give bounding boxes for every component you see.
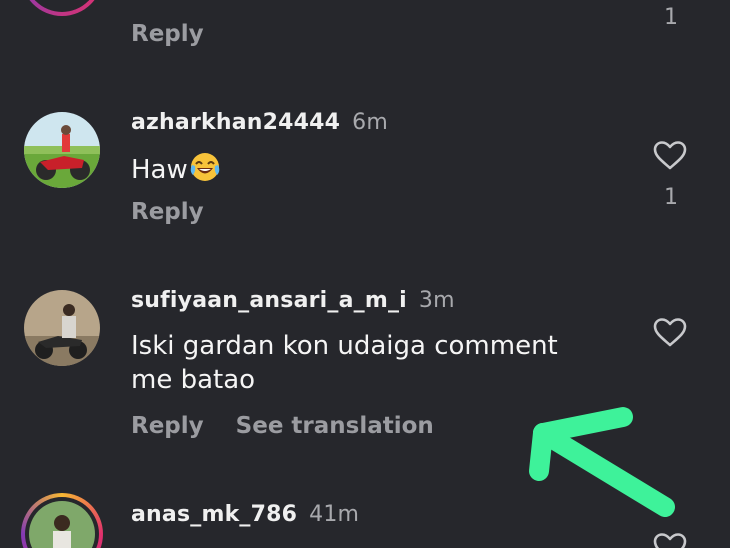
avatar-story-ring[interactable] <box>21 0 103 16</box>
reply-button[interactable]: Reply <box>131 413 204 439</box>
comment-text: Iski gardan kon udaiga comment me batao <box>131 331 558 395</box>
username[interactable]: sufiyaan_ansari_a_m_i <box>131 288 407 313</box>
username[interactable]: azharkhan24444 <box>131 110 340 135</box>
heart-icon[interactable] <box>652 139 688 171</box>
username[interactable]: anas_mk_786 <box>131 502 297 527</box>
timestamp: 41m <box>309 502 360 527</box>
heart-icon[interactable] <box>652 316 688 348</box>
timestamp: 6m <box>352 110 388 135</box>
reply-button[interactable]: Reply <box>131 199 204 225</box>
see-translation-button[interactable]: See translation <box>236 413 434 439</box>
reply-button[interactable]: Reply <box>131 21 204 47</box>
face-with-tears-of-joy-icon <box>189 151 221 183</box>
annotation-arrow-icon <box>529 407 675 517</box>
comment-text: Haw <box>131 155 188 185</box>
like-count: 1 <box>664 185 678 210</box>
timestamp: 3m <box>418 288 455 313</box>
avatar[interactable] <box>24 290 100 366</box>
like-count: 1 <box>664 5 678 30</box>
avatar[interactable] <box>24 112 100 188</box>
